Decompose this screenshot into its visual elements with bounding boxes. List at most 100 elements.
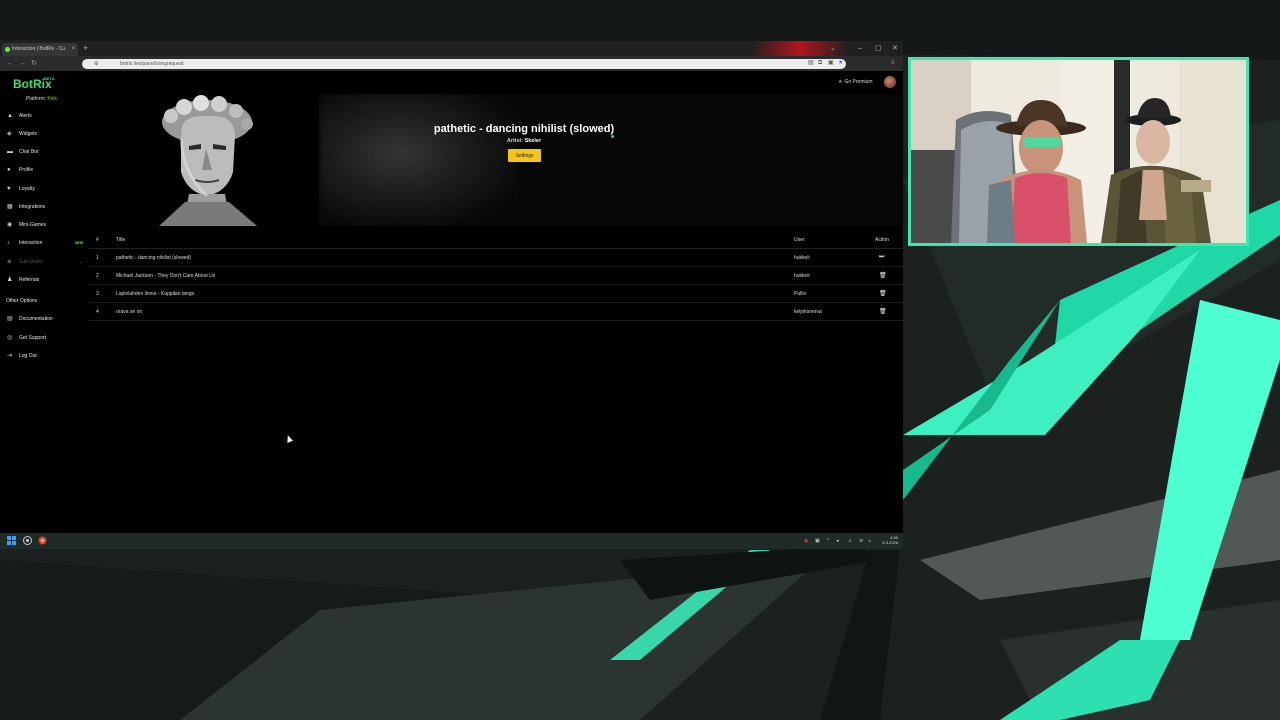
sidebar-item-alerts[interactable]: ▲ Alerts [7,111,87,121]
taskbar-clock[interactable]: 4.50 6.3.2026 [878,535,898,545]
row-title: pathetic - dancing nihilist (slowed) [116,255,192,261]
gamepad-icon: ◉ [7,222,13,228]
tray-app-icon[interactable]: ◉ [804,533,808,549]
col-number: # [96,237,99,243]
tray-app-icon[interactable]: ▣ [815,533,820,549]
new-tab-button[interactable]: + [83,42,88,55]
reader-icon[interactable]: ▣ [828,56,834,71]
users-icon: ◆ [7,259,12,265]
support-icon: ◎ [7,335,13,341]
obs-icon[interactable] [23,536,32,545]
table-header: # Title User Action [89,231,903,249]
doc-icon: ▤ [7,316,13,322]
trophy-icon: ♥ [7,186,11,192]
col-title: Title [116,237,126,243]
platform-value: Kick [47,96,57,102]
settings-button[interactable]: Settings [508,149,541,162]
col-user: User [794,237,805,243]
browser-app-icon[interactable] [38,536,47,545]
sidebar-item-integrations[interactable]: ▦ Integrations [7,202,87,212]
row-user: hukkeli [794,255,810,261]
logout-icon: ⇥ [7,353,13,359]
botrix-app: BotRix BETA ★ Go Premium Platform: Kick ▲… [0,71,903,533]
user-icon: ● [7,167,11,173]
sidebar-item-sub-users[interactable]: ◆ Sub-Users ⌄ [7,257,87,267]
minimize-icon[interactable]: – [858,41,862,56]
tab-title: Interaction | BotRix - Cu [12,46,65,52]
share-icon[interactable]: ⧉ [818,56,822,71]
sidebar-item-loyalty[interactable]: ♥ Loyalty [7,184,87,194]
now-playing-panel [89,94,903,226]
close-window-icon[interactable]: ✕ [892,41,898,56]
sidebar-item-chat-bot[interactable]: ▬ Chat Bot [7,147,87,157]
now-playing-artist: Artist: Skeler [0,138,903,144]
album-cover-image [89,94,319,226]
volume-icon[interactable]: ◃ [868,533,871,549]
row-user: keljoksnerva [794,309,822,315]
sidebar-item-profile[interactable]: ● Profile [7,165,87,175]
reload-icon[interactable]: ↻ [31,56,37,71]
row-number: 1 [96,255,99,261]
bell-icon: ▲ [7,113,13,119]
user-avatar[interactable] [884,76,896,88]
table-row: 3 Lapinlahden linnut - Kuppilan tango Pu… [89,285,903,303]
table-row: 1 pathetic - dancing nihilist (slowed) h… [89,249,903,267]
sidebar-item-mini-games[interactable]: ◉ Mini-Games [7,220,87,230]
webcam-overlay [908,57,1249,246]
back-icon[interactable]: ← [6,56,13,71]
sidebar-item-get-support[interactable]: ◎ Get Support [7,333,87,343]
chevron-down-icon: ⌄ [79,259,84,265]
go-premium-button[interactable]: ★ Go Premium [838,79,873,85]
now-playing-title: pathetic - dancing nihilist (slowed) [433,123,615,135]
premium-star-icon: ★ [838,79,843,85]
maximize-icon[interactable]: ▢ [875,41,882,56]
artist-value: Skeler [524,138,542,144]
address-bar-row: ← → ↻ ⚙ botrix.live/panel/songrequest ▤ … [0,56,903,71]
browser-window: Interaction | BotRix - Cu × + ⌄ – ▢ ✕ ← … [0,41,903,549]
windows-start-icon[interactable] [7,536,16,545]
wifi-icon[interactable]: ≋ [859,533,863,549]
plug-icon: ▦ [7,204,13,210]
extension-icon[interactable]: ▤ [808,56,814,71]
clock-date: 6.3.2026 [882,540,898,545]
people-icon: ♟ [7,277,13,283]
trash-icon[interactable]: 🗑 [879,308,887,315]
row-title: Michael Jackson - They Don't Care About … [116,273,216,279]
row-number: 2 [96,273,99,279]
forward-icon[interactable]: → [19,56,26,71]
skip-icon[interactable]: ⏭ [879,254,884,261]
blurred-cover-background [319,94,519,226]
close-tab-icon[interactable]: × [71,43,75,56]
url-text: botrix.live/panel/songrequest [120,61,184,67]
menu-icon[interactable]: ≡ [891,56,895,71]
row-title: orava se on [116,309,143,315]
tray-overflow-icon[interactable]: ⌃ [826,533,830,549]
bookmark-star-icon[interactable]: ★ [838,56,843,71]
sidebar-item-log-out[interactable]: ⇥ Log Out [7,351,87,361]
row-number: 3 [96,291,99,297]
trash-icon[interactable]: 🗑 [879,290,887,297]
url-field[interactable]: ⚙ botrix.live/panel/songrequest [82,59,846,69]
rog-logo-decoration [740,41,860,56]
chat-icon: ▬ [7,149,13,155]
sidebar: Platform: Kick ▲ Alerts ◈ Widgets ▬ Chat Bo… [0,93,89,533]
platform-label: Platform: [26,96,47,102]
trash-icon[interactable]: 🗑 [879,272,887,279]
sidebar-item-documentation[interactable]: ▤ Documentation [7,314,87,324]
tab-strip: Interaction | BotRix - Cu × + ⌄ – ▢ ✕ [0,41,903,56]
microphone-icon[interactable]: ♫ [848,533,852,549]
col-action: Action [875,237,889,243]
browser-tab[interactable]: Interaction | BotRix - Cu × [2,43,78,56]
windows-taskbar: ◉ ▣ ⌃ ◂ ♫ ≋ ◃ 4.50 6.3.2026 [0,533,903,549]
row-title: Lapinlahden linnut - Kuppilan tango [116,291,195,297]
tab-search-icon[interactable]: ⌄ [830,41,836,56]
row-number: 4 [96,309,99,315]
tray-app-icon[interactable]: ◂ [836,533,839,549]
other-options-heading: Other Options [6,298,38,304]
platform-indicator[interactable]: Platform: Kick [26,96,57,102]
sidebar-item-interaction[interactable]: ♪ Interaction NEW [7,238,87,248]
sidebar-item-referrals[interactable]: ♟ Referrals [7,275,87,285]
beta-badge: BETA [44,76,55,81]
mouse-cursor-icon [284,434,294,443]
webcam-video [911,60,1246,243]
